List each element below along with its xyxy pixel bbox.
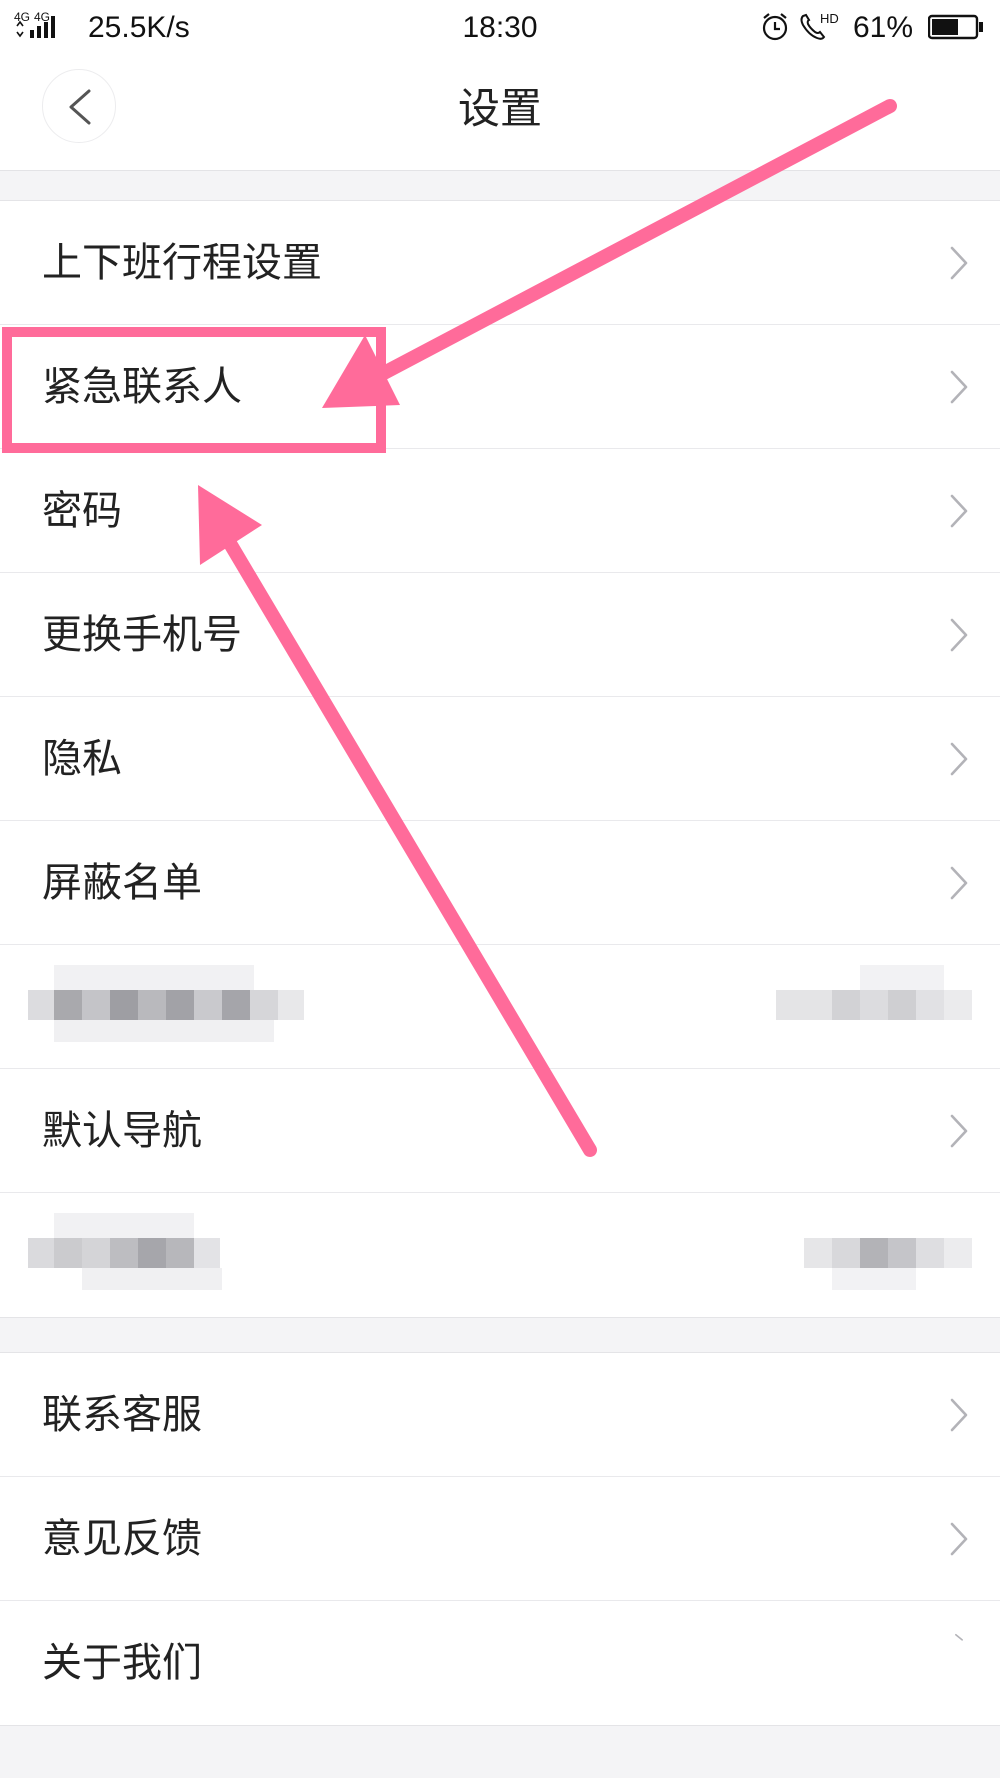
chevron-right-icon bbox=[950, 742, 968, 776]
settings-screen: 4G 4G 25.5K/s 18:30 HD 61% 设置 上下班行程设置 紧急… bbox=[0, 0, 1000, 1778]
row-label: 默认导航 bbox=[42, 1108, 202, 1154]
row-label: 关于我们 bbox=[42, 1640, 202, 1686]
row-label: 意见反馈 bbox=[42, 1516, 202, 1562]
chevron-right-icon bbox=[950, 370, 968, 404]
svg-text:HD: HD bbox=[820, 11, 839, 26]
row-label: 屏蔽名单 bbox=[42, 860, 202, 906]
row-label: 紧急联系人 bbox=[42, 364, 242, 410]
settings-row-change-phone[interactable]: 更换手机号 bbox=[0, 573, 1000, 697]
nav-header: 设置 bbox=[0, 56, 1000, 171]
chevron-right-icon bbox=[955, 1633, 963, 1641]
settings-row-default-navigation[interactable]: 默认导航 bbox=[0, 1069, 1000, 1193]
chevron-right-icon bbox=[950, 618, 968, 652]
alarm-icon bbox=[762, 13, 788, 41]
redacted-label bbox=[28, 965, 308, 1045]
status-bar: 4G 4G 25.5K/s 18:30 HD 61% bbox=[0, 0, 1000, 56]
clock: 18:30 bbox=[462, 11, 538, 44]
chevron-right-icon bbox=[950, 246, 968, 280]
settings-row-about[interactable]: 关于我们 bbox=[0, 1601, 1000, 1725]
settings-row-emergency-contact[interactable]: 紧急联系人 bbox=[0, 325, 1000, 449]
redacted-value bbox=[804, 1213, 972, 1293]
settings-row-password[interactable]: 密码 bbox=[0, 449, 1000, 573]
settings-row-redacted-2[interactable] bbox=[0, 1193, 1000, 1317]
settings-row-blocklist[interactable]: 屏蔽名单 bbox=[0, 821, 1000, 945]
chevron-right-icon bbox=[950, 1398, 968, 1432]
chevron-right-icon bbox=[950, 866, 968, 900]
redacted-value bbox=[776, 965, 972, 1045]
row-label: 更换手机号 bbox=[42, 612, 242, 658]
page-title: 设置 bbox=[457, 84, 542, 133]
settings-group-support: 联系客服 意见反馈 关于我们 bbox=[0, 1352, 1000, 1726]
settings-row-customer-service[interactable]: 联系客服 bbox=[0, 1353, 1000, 1477]
battery-icon bbox=[928, 14, 983, 40]
chevron-right-icon bbox=[950, 494, 968, 528]
chevron-right-icon bbox=[950, 1114, 968, 1148]
chevron-right-icon bbox=[950, 1522, 968, 1556]
redacted-label bbox=[28, 1213, 228, 1293]
hd-call-icon: HD bbox=[800, 11, 839, 40]
settings-row-privacy[interactable]: 隐私 bbox=[0, 697, 1000, 821]
row-label: 联系客服 bbox=[42, 1392, 202, 1438]
settings-group-primary: 上下班行程设置 紧急联系人 密码 更换手机号 隐私 屏蔽名单 默认导航 bbox=[0, 200, 1000, 1318]
row-label: 隐私 bbox=[42, 736, 122, 782]
settings-row-feedback[interactable]: 意见反馈 bbox=[0, 1477, 1000, 1601]
battery-percent: 61% bbox=[853, 11, 914, 44]
settings-row-commute[interactable]: 上下班行程设置 bbox=[0, 201, 1000, 325]
row-label: 上下班行程设置 bbox=[42, 240, 322, 286]
row-label: 密码 bbox=[42, 488, 122, 534]
settings-row-redacted-1[interactable] bbox=[0, 945, 1000, 1069]
